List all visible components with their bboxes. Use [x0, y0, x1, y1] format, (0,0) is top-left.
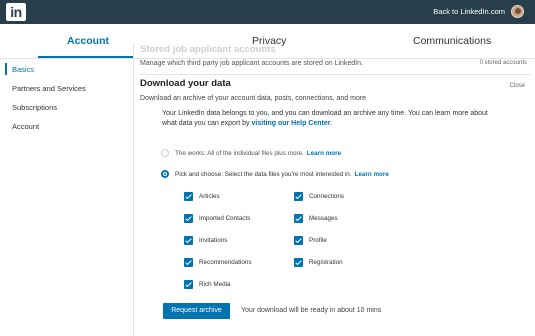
- checkbox-label: Recommendations: [199, 259, 252, 266]
- active-tab-indicator: [38, 56, 134, 58]
- stored-accounts-description: Manage which third party job applicant a…: [140, 60, 363, 67]
- checkbox-connections[interactable]: Connections: [294, 192, 344, 201]
- checkbox-registration[interactable]: Registration: [294, 258, 343, 267]
- checkbox-label: Connections: [309, 193, 345, 200]
- top-bar: in Back to LinkedIn.com: [0, 0, 535, 24]
- checkbox-checked-icon[interactable]: [294, 236, 303, 245]
- checkbox-invitations[interactable]: Invitations: [184, 236, 227, 245]
- sidebar-item-subscriptions[interactable]: Subscriptions: [0, 98, 133, 117]
- checkbox-label: Registration: [309, 259, 343, 266]
- checkbox-checked-icon[interactable]: [184, 258, 193, 267]
- checkbox-messages[interactable]: Messages: [294, 214, 338, 223]
- checkbox-checked-icon[interactable]: [184, 192, 193, 201]
- checkbox-label: Invitations: [199, 237, 228, 244]
- option-the-works-label: The works: All of the individual files p…: [175, 149, 304, 157]
- sidebar-item-basics[interactable]: Basics: [0, 60, 133, 79]
- checkbox-checked-icon[interactable]: [294, 214, 303, 223]
- option-the-works[interactable]: The works: All of the individual files p…: [161, 149, 341, 157]
- tab-account[interactable]: Account: [67, 35, 109, 47]
- checkbox-label: Messages: [309, 215, 338, 222]
- linkedin-logo[interactable]: in: [6, 3, 26, 21]
- download-data-title: Download your data: [140, 78, 231, 89]
- radio-the-works[interactable]: [161, 149, 169, 157]
- divider: [140, 74, 530, 75]
- checkbox-label: Rich Media: [199, 281, 231, 288]
- checkbox-imported-contacts[interactable]: Imported Contacts: [184, 214, 250, 223]
- avatar[interactable]: [511, 5, 524, 18]
- checkbox-profile[interactable]: Profile: [294, 236, 327, 245]
- checkbox-checked-icon[interactable]: [294, 192, 303, 201]
- option-pick-and-choose[interactable]: Pick and choose: Select the data files y…: [161, 170, 389, 178]
- sidebar-item-account[interactable]: Account: [0, 117, 133, 136]
- download-info-text: Your LinkedIn data belongs to you, and y…: [162, 109, 492, 128]
- checkbox-recommendations[interactable]: Recommendations: [184, 258, 252, 267]
- radio-pick-and-choose[interactable]: [161, 170, 169, 178]
- checkbox-checked-icon[interactable]: [294, 258, 303, 267]
- checkbox-rich-media[interactable]: Rich Media: [184, 280, 231, 289]
- close-link[interactable]: Close: [510, 83, 525, 89]
- stored-accounts-count[interactable]: 0 stored accounts: [480, 60, 527, 66]
- option-pick-and-choose-label: Pick and choose: Select the data files y…: [175, 170, 352, 178]
- back-to-linkedin-link[interactable]: Back to LinkedIn.com: [433, 7, 505, 16]
- request-archive-button[interactable]: Request archive: [163, 303, 230, 319]
- help-center-link[interactable]: visiting our Help Center: [252, 120, 331, 127]
- info-text-end: .: [330, 119, 333, 127]
- checkbox-checked-icon[interactable]: [184, 236, 193, 245]
- download-data-subtitle: Download an archive of your account data…: [140, 95, 367, 102]
- checkbox-checked-icon[interactable]: [184, 214, 193, 223]
- checkbox-articles[interactable]: Articles: [184, 192, 220, 201]
- stored-accounts-title: Stored job applicant accounts: [140, 44, 276, 55]
- sidebar: Basics Partners and Services Subscriptio…: [0, 60, 133, 136]
- learn-more-link[interactable]: Learn more: [355, 171, 389, 178]
- download-ready-text: Your download will be ready in about 10 …: [241, 307, 382, 314]
- sidebar-item-partners-and-services[interactable]: Partners and Services: [0, 79, 133, 98]
- checkbox-label: Imported Contacts: [199, 215, 251, 222]
- checkbox-label: Articles: [199, 193, 220, 200]
- learn-more-link[interactable]: Learn more: [307, 150, 341, 157]
- main-content: Stored job applicant accounts Manage whi…: [133, 44, 535, 336]
- checkbox-checked-icon[interactable]: [184, 280, 193, 289]
- checkbox-label: Profile: [309, 237, 327, 244]
